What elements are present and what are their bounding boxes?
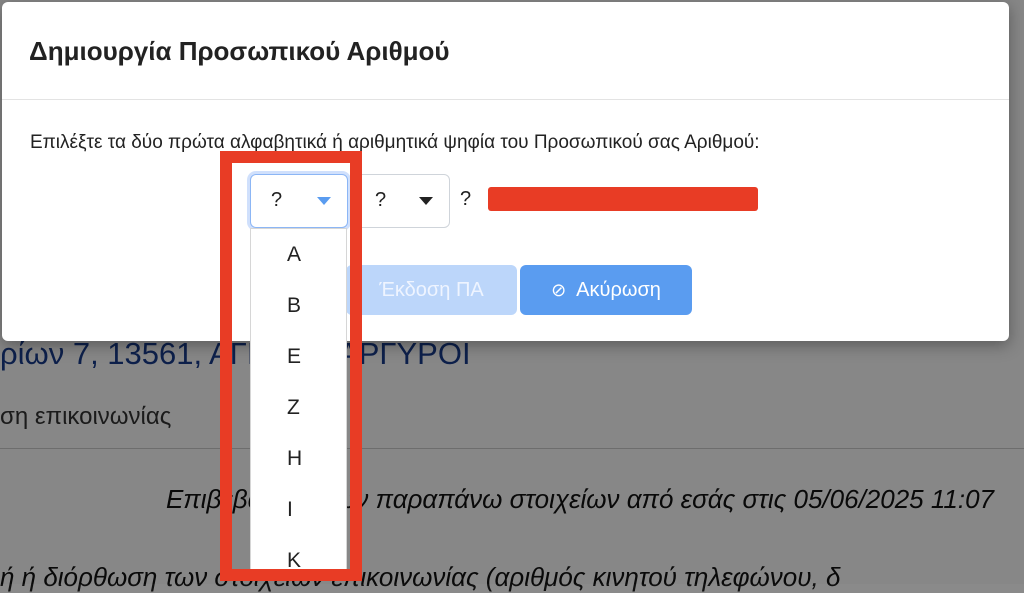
caret-down-icon: [317, 197, 331, 205]
cancel-button-label: Ακύρωση: [576, 278, 661, 301]
instruction-text: Επιλέξτε τα δύο πρώτα αλφαβητικά ή αριθμ…: [30, 132, 760, 153]
first-digit-select[interactable]: ?: [250, 174, 348, 228]
second-digit-value: ?: [375, 189, 387, 211]
remaining-digits-placeholder: ?: [460, 188, 472, 210]
issue-button[interactable]: Έκδοση ΠΑ: [346, 265, 517, 315]
digit-options-list[interactable]: A B E Z H I K: [250, 228, 347, 571]
create-personal-number-modal: Δημιουργία Προσωπικού Αριθμού Επιλέξτε τ…: [2, 2, 1009, 341]
modal-header: Δημιουργία Προσωπικού Αριθμού: [2, 2, 1009, 100]
modal-title: Δημιουργία Προσωπικού Αριθμού: [29, 36, 450, 66]
caret-down-icon: [419, 197, 433, 205]
issue-button-label: Έκδοση ΠΑ: [379, 278, 484, 301]
option-z[interactable]: Z: [251, 382, 346, 433]
option-b[interactable]: B: [251, 280, 346, 331]
first-digit-value: ?: [271, 189, 283, 211]
option-e[interactable]: E: [251, 331, 346, 382]
option-h[interactable]: H: [251, 433, 346, 484]
cancel-button[interactable]: ⊘ Ακύρωση: [520, 265, 692, 315]
redacted-digits: [488, 187, 758, 211]
option-a[interactable]: A: [251, 229, 346, 280]
second-digit-select[interactable]: ?: [354, 174, 450, 228]
ban-icon: ⊘: [551, 279, 567, 300]
option-k[interactable]: K: [251, 535, 346, 570]
option-i[interactable]: I: [251, 484, 346, 535]
